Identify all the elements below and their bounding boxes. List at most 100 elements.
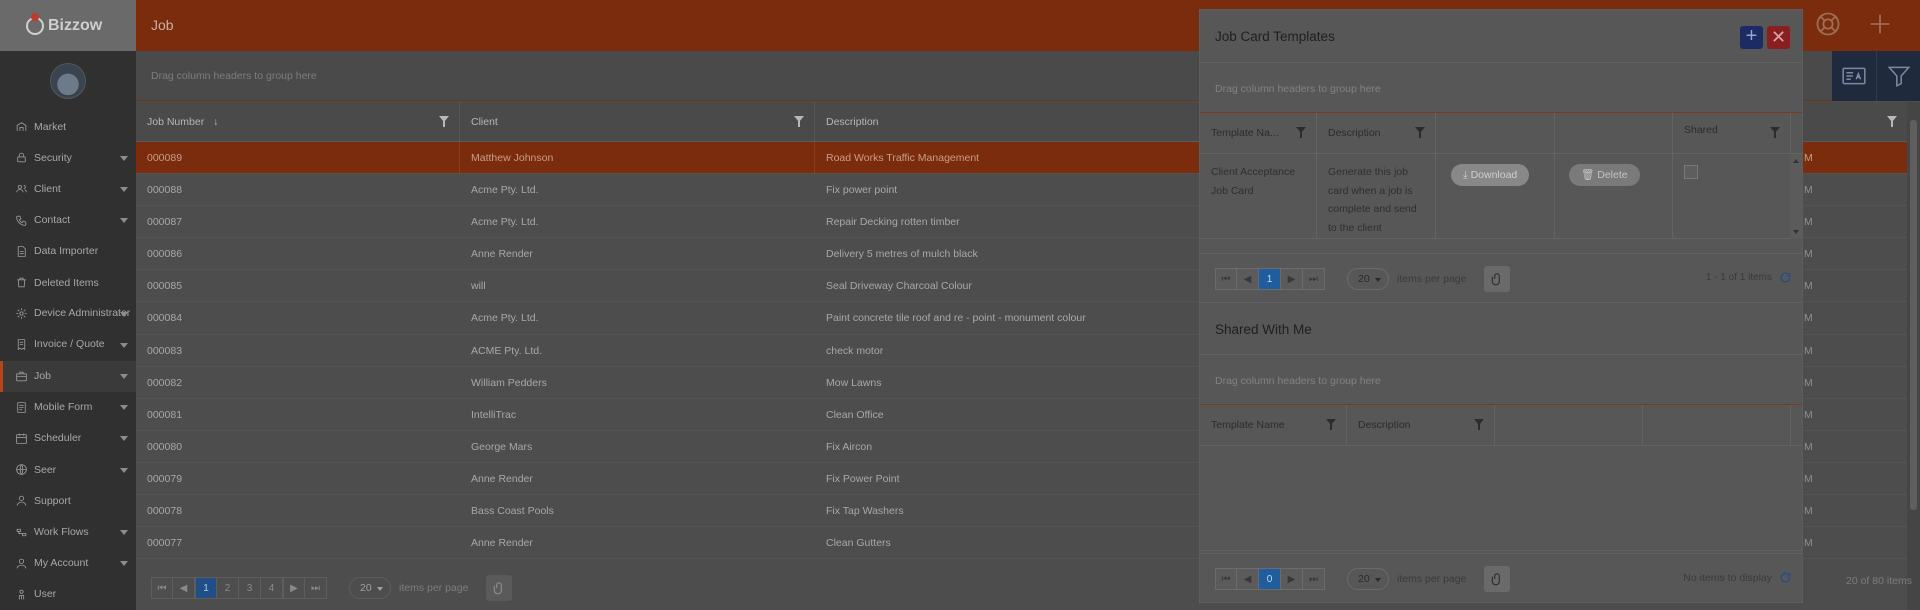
sidebar-item-job[interactable]: Job (0, 360, 136, 392)
chevron-down-icon[interactable] (120, 155, 128, 161)
sidebar-item-security[interactable]: Security (0, 142, 136, 173)
export-button[interactable] (1484, 566, 1511, 592)
chevron-down-icon[interactable] (120, 186, 128, 192)
sidebar-item-seer[interactable]: Seer (0, 454, 136, 485)
logo-mark-icon (26, 12, 44, 35)
scrollbar-thumb[interactable] (1910, 120, 1917, 510)
template-row[interactable]: Client Acceptance Job Card Generate this… (1200, 154, 1802, 239)
filter-icon[interactable] (1415, 127, 1425, 138)
shared-pager: ⏮ ◀ 0 ▶ ⏭ 20 items per page (1215, 566, 1511, 592)
first-page-button[interactable]: ⏮ (151, 577, 173, 599)
shared-cell (1673, 154, 1791, 238)
filter-panel-button[interactable] (1876, 51, 1920, 101)
per-page-select[interactable]: 20 (1347, 568, 1389, 590)
filter-icon[interactable] (439, 116, 449, 127)
sidebar-item-label: My Account (34, 557, 89, 570)
modal-group-bar[interactable]: Drag column headers to group here (1200, 63, 1802, 113)
per-page-select[interactable]: 20 (349, 577, 391, 599)
sidebar-nav: Market Security Client Contact Data Importer… (0, 111, 136, 610)
first-page-button[interactable]: ⏮ (1215, 268, 1237, 290)
templates-scrollbar[interactable] (1790, 154, 1802, 239)
col-job-number[interactable]: Job Number ↓ (136, 102, 460, 141)
page-button-current[interactable]: 0 (1259, 568, 1281, 590)
first-page-button[interactable]: ⏮ (1215, 568, 1237, 590)
shared-group-bar[interactable]: Drag column headers to group here (1200, 355, 1802, 405)
sidebar-item-label: Device Administrator (34, 307, 131, 320)
sidebar-item-market[interactable]: Market (0, 111, 136, 142)
chevron-down-icon[interactable] (120, 405, 128, 411)
chevron-down-icon[interactable] (120, 311, 128, 317)
page-button-4[interactable]: 4 (261, 577, 283, 599)
sidebar-item-scheduler[interactable]: Scheduler (0, 423, 136, 454)
filter-icon[interactable] (1887, 116, 1897, 127)
chevron-down-icon[interactable] (120, 530, 128, 536)
sidebar-item-label: Contact (34, 214, 71, 227)
refresh-icon[interactable] (1779, 571, 1792, 587)
chevron-down-icon[interactable] (120, 218, 128, 224)
sidebar-item-my-account[interactable]: My Account (0, 548, 136, 579)
download-button[interactable]: ⤓ Download (1451, 164, 1530, 186)
sidebar-item-client[interactable]: Client (0, 173, 136, 204)
export-button[interactable] (1484, 266, 1511, 292)
scroll-up-icon[interactable] (1793, 159, 1799, 163)
delete-label: Delete (1597, 169, 1628, 181)
client-cell: Anne Render (471, 537, 533, 550)
export-button[interactable] (486, 575, 513, 601)
sidebar-item-contact[interactable]: Contact (0, 205, 136, 236)
add-template-button[interactable]: + (1740, 26, 1763, 49)
filter-icon[interactable] (1326, 419, 1336, 430)
last-page-button[interactable]: ⏭ (305, 577, 327, 599)
last-page-button[interactable]: ⏭ (1303, 268, 1325, 290)
sort-desc-icon[interactable]: ↓ (213, 116, 218, 128)
scroll-down-icon[interactable] (1793, 230, 1799, 234)
col-client[interactable]: Client (460, 102, 815, 141)
page-button-current[interactable]: 1 (1259, 268, 1281, 290)
sidebar-item-work-flows[interactable]: Work Flows (0, 516, 136, 547)
refresh-icon[interactable] (1779, 271, 1792, 287)
page-button-1[interactable]: 1 (195, 577, 217, 599)
avatar[interactable] (50, 63, 86, 99)
brand-logo[interactable]: Bizzow (0, 0, 136, 51)
sidebar-item-data-importer[interactable]: Data Importer (0, 236, 136, 267)
next-page-button[interactable]: ▶ (1281, 568, 1303, 590)
page-button-3[interactable]: 3 (239, 577, 261, 599)
close-modal-button[interactable]: ✕ (1767, 26, 1790, 49)
col-shared[interactable]: Shared (1673, 113, 1791, 153)
delete-button[interactable]: 🗑 Delete (1569, 164, 1640, 186)
sidebar-item-support[interactable]: Support (0, 485, 136, 516)
job-number-cell: 000085 (147, 280, 183, 293)
sidebar-item-invoice-quote[interactable]: Invoice / Quote (0, 329, 136, 360)
prev-page-button[interactable]: ◀ (173, 577, 195, 599)
sidebar-item-device-administrator[interactable]: Device Administrator (0, 298, 136, 329)
per-page-select[interactable]: 20 (1347, 268, 1389, 290)
support-ring-icon[interactable] (1814, 10, 1842, 41)
col-template-description[interactable]: Description (1317, 113, 1436, 153)
chevron-down-icon[interactable] (120, 561, 128, 567)
sidebar-item-mobile-form[interactable]: Mobile Form (0, 392, 136, 423)
chevron-down-icon[interactable] (120, 467, 128, 473)
next-page-button[interactable]: ▶ (1281, 268, 1303, 290)
filter-icon[interactable] (1770, 127, 1780, 138)
last-page-button[interactable]: ⏭ (1303, 568, 1325, 590)
filter-icon[interactable] (1474, 419, 1484, 430)
sidebar-item-user[interactable]: User (0, 579, 136, 610)
prev-page-button[interactable]: ◀ (1237, 268, 1259, 290)
shared-checkbox[interactable] (1684, 165, 1698, 179)
col-hidden-right[interactable] (1803, 102, 1907, 142)
workflow-icon (14, 525, 28, 539)
next-page-button[interactable]: ▶ (283, 577, 305, 599)
col-shared-template-name[interactable]: Template Name (1200, 405, 1347, 445)
card-view-button[interactable] (1832, 51, 1876, 101)
filter-icon[interactable] (794, 116, 804, 127)
plus-icon[interactable] (1866, 10, 1894, 41)
grid-scrollbar[interactable] (1907, 102, 1920, 610)
chevron-down-icon[interactable] (120, 342, 128, 348)
col-template-name[interactable]: Template Na... (1200, 113, 1317, 153)
col-shared-description[interactable]: Description (1347, 405, 1495, 445)
page-button-2[interactable]: 2 (217, 577, 239, 599)
filter-icon[interactable] (1296, 127, 1306, 138)
chevron-down-icon[interactable] (120, 374, 128, 380)
prev-page-button[interactable]: ◀ (1237, 568, 1259, 590)
chevron-down-icon[interactable] (120, 436, 128, 442)
sidebar-item-deleted-items[interactable]: Deleted Items (0, 267, 136, 298)
